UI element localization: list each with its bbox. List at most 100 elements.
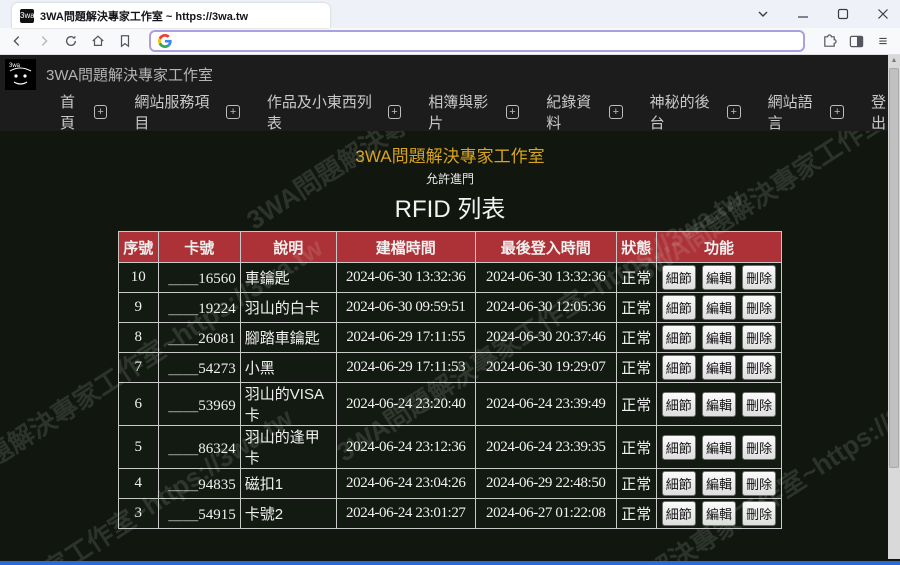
cell-card: ＿＿94835 [158, 469, 240, 499]
col-header-desc: 說明 [240, 232, 336, 263]
col-header-last-login: 最後登入時間 [475, 232, 616, 263]
cell-created: 2024-06-30 09:59:51 [336, 293, 475, 323]
detail-button[interactable]: 細節 [662, 295, 696, 320]
edit-button[interactable]: 編輯 [702, 471, 736, 496]
cell-created: 2024-06-29 17:11:53 [336, 353, 475, 383]
bookmark-icon[interactable] [116, 32, 134, 50]
cell-desc: 羽山的白卡 [240, 293, 336, 323]
reload-icon[interactable] [62, 32, 80, 50]
cell-desc: 小黑 [240, 353, 336, 383]
delete-button[interactable]: 刪除 [742, 471, 776, 496]
delete-button[interactable]: 刪除 [742, 392, 776, 417]
cell-created: 2024-06-29 17:11:55 [336, 323, 475, 353]
plus-icon[interactable]: + [506, 105, 520, 119]
cell-created: 2024-06-30 13:32:36 [336, 263, 475, 293]
page-heading: RFID 列表 [0, 189, 900, 224]
cell-last-login: 2024-06-24 23:39:49 [475, 383, 616, 426]
cell-last-login: 2024-06-29 22:48:50 [475, 469, 616, 499]
cell-seq: 3 [118, 499, 158, 529]
site-nav: 首頁 + 網站服務項目 + 作品及小東西列表 + 相簿與影片 + 紀錄資料 + … [0, 93, 900, 131]
detail-button[interactable]: 細節 [662, 355, 696, 380]
plus-icon[interactable]: + [94, 105, 108, 119]
address-bar[interactable] [149, 30, 805, 52]
cell-actions: 細節 編輯 刪除 [656, 263, 781, 293]
col-header-actions: 功能 [656, 232, 781, 263]
page-scrollbar[interactable]: ▲ [888, 55, 900, 559]
minimize-button[interactable] [796, 7, 810, 21]
cell-desc: 羽山的逢甲卡 [240, 426, 336, 469]
cell-desc: 磁扣1 [240, 469, 336, 499]
delete-button[interactable]: 刪除 [742, 355, 776, 380]
table-row: 5 ＿＿86324 羽山的逢甲卡 2024-06-24 23:12:36 202… [118, 426, 781, 469]
cell-seq: 6 [118, 383, 158, 426]
menu-hamburger-icon[interactable]: ≡ [874, 32, 892, 50]
edit-button[interactable]: 編輯 [702, 355, 736, 380]
back-icon[interactable] [8, 32, 26, 50]
edit-button[interactable]: 編輯 [702, 265, 736, 290]
nav-label: 紀錄資料 [546, 91, 604, 133]
site-logo[interactable]: 3wa [5, 59, 36, 90]
cell-actions: 細節 編輯 刪除 [656, 469, 781, 499]
table-row: 6 ＿＿53969 羽山的VISA卡 2024-06-24 23:20:40 2… [118, 383, 781, 426]
nav-item-services[interactable]: 網站服務項目 + [134, 91, 239, 133]
table-row: 7 ＿＿54273 小黑 2024-06-29 17:11:53 2024-06… [118, 353, 781, 383]
cell-card: ＿＿54915 [158, 499, 240, 529]
edit-button[interactable]: 編輯 [702, 501, 736, 526]
delete-button[interactable]: 刪除 [742, 265, 776, 290]
close-button[interactable] [876, 7, 890, 21]
extensions-icon[interactable] [820, 32, 838, 50]
detail-button[interactable]: 細節 [662, 435, 696, 460]
detail-button[interactable]: 細節 [662, 325, 696, 350]
cell-card: ＿＿26081 [158, 323, 240, 353]
detail-button[interactable]: 細節 [662, 471, 696, 496]
nav-item-records[interactable]: 紀錄資料 + [546, 91, 622, 133]
tab-list-chevron-down-icon[interactable] [756, 7, 770, 21]
plus-icon[interactable]: + [388, 105, 402, 119]
nav-item-albums[interactable]: 相簿與影片 + [428, 91, 519, 133]
maximize-button[interactable] [836, 7, 850, 21]
cell-seq: 7 [118, 353, 158, 383]
table-row: 10 ＿＿16560 車鑰匙 2024-06-30 13:32:36 2024-… [118, 263, 781, 293]
delete-button[interactable]: 刪除 [742, 501, 776, 526]
cell-last-login: 2024-06-30 20:37:46 [475, 323, 616, 353]
cell-seq: 8 [118, 323, 158, 353]
detail-button[interactable]: 細節 [662, 265, 696, 290]
cell-last-login: 2024-06-27 01:22:08 [475, 499, 616, 529]
cell-created: 2024-06-24 23:12:36 [336, 426, 475, 469]
cell-last-login: 2024-06-24 23:39:35 [475, 426, 616, 469]
cell-actions: 細節 編輯 刪除 [656, 383, 781, 426]
browser-tab[interactable]: 3wa 3WA問題解決專家工作室 ~ https://3wa.tw [12, 3, 330, 28]
delete-button[interactable]: 刪除 [742, 435, 776, 460]
sidebar-icon[interactable] [847, 32, 865, 50]
plus-icon[interactable]: + [727, 105, 741, 119]
home-icon[interactable] [89, 32, 107, 50]
plus-icon[interactable]: + [609, 105, 623, 119]
detail-button[interactable]: 細節 [662, 392, 696, 417]
nav-item-backstage[interactable]: 神秘的後台 + [650, 91, 741, 133]
plus-icon[interactable]: + [830, 105, 844, 119]
plus-icon[interactable]: + [226, 105, 240, 119]
scrollbar-thumb[interactable] [889, 68, 899, 468]
cell-created: 2024-06-24 23:04:26 [336, 469, 475, 499]
nav-item-language[interactable]: 網站語言 + [768, 91, 844, 133]
cell-seq: 9 [118, 293, 158, 323]
edit-button[interactable]: 編輯 [702, 435, 736, 460]
nav-item-home[interactable]: 首頁 + [60, 91, 107, 133]
site-title: 3WA問題解決專家工作室 [46, 64, 213, 85]
cell-actions: 細節 編輯 刪除 [656, 293, 781, 323]
edit-button[interactable]: 編輯 [702, 392, 736, 417]
rfid-table: 序號 卡號 說明 建檔時間 最後登入時間 狀態 功能 10 ＿＿16560 車鑰… [118, 231, 782, 529]
cell-card: ＿＿86324 [158, 426, 240, 469]
delete-button[interactable]: 刪除 [742, 295, 776, 320]
browser-titlebar: 3wa 3WA問題解決專家工作室 ~ https://3wa.tw [0, 0, 900, 28]
scroll-up-arrow-icon[interactable]: ▲ [888, 55, 900, 67]
detail-button[interactable]: 細節 [662, 501, 696, 526]
edit-button[interactable]: 編輯 [702, 325, 736, 350]
edit-button[interactable]: 編輯 [702, 295, 736, 320]
cell-seq: 5 [118, 426, 158, 469]
nav-item-works[interactable]: 作品及小東西列表 + [267, 91, 401, 133]
cell-status: 正常 [616, 293, 656, 323]
forward-icon[interactable] [35, 32, 53, 50]
delete-button[interactable]: 刪除 [742, 325, 776, 350]
page-title: 3WA問題解決專家工作室 [0, 131, 900, 167]
